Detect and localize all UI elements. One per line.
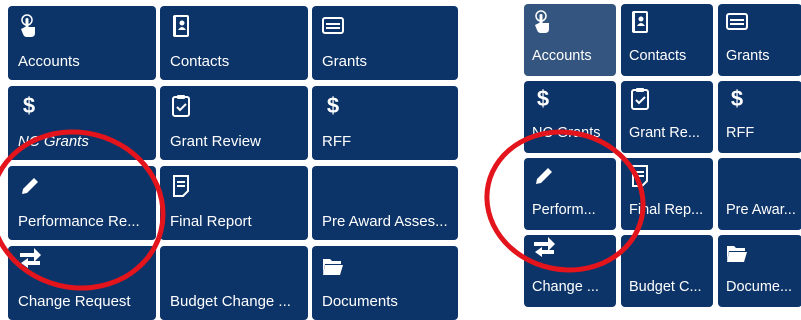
tile-label: Performance Re... (18, 213, 140, 230)
tile-label: NC Grants (532, 125, 601, 141)
tile-label: Contacts (170, 53, 230, 70)
folder-icon (726, 241, 748, 265)
dollar-icon: $ (730, 86, 744, 111)
tile-label: Budget Change ... (170, 293, 291, 310)
clipboard-check-icon (170, 94, 192, 118)
swap-arrows-icon (532, 235, 555, 259)
tile-final-report[interactable]: Final Report (160, 166, 308, 240)
tile-rff[interactable]: $ RFF (718, 81, 801, 153)
tile-label: RFF (726, 125, 755, 141)
tile-budget-change[interactable]: Budget C... (621, 235, 713, 307)
tile-label: Pre Award Asses... (322, 213, 448, 230)
tile-accounts[interactable]: Accounts (524, 4, 616, 76)
tile-pre-award-assessment[interactable]: Pre Awar... (718, 158, 801, 230)
dollar-icon: $ (326, 93, 340, 118)
tile-label: Final Report (170, 213, 252, 230)
tile-grant-review[interactable]: Grant Re... (621, 81, 713, 153)
tile-documents[interactable]: Docume... (718, 235, 801, 307)
tile-performance-report[interactable]: Performance Re... (8, 166, 156, 240)
tile-label: Grant Review (170, 133, 261, 150)
address-book-icon (629, 10, 651, 34)
card-icon (322, 14, 344, 38)
tile-accounts[interactable]: Accounts (8, 6, 156, 80)
dollar-icon: $ (536, 86, 550, 111)
tile-change-request[interactable]: Change ... (524, 235, 616, 307)
document-icon (629, 164, 651, 188)
tile-label: Docume... (726, 279, 793, 295)
tile-label: Accounts (532, 48, 592, 64)
dollar-icon: $ (22, 93, 36, 118)
tile-change-request[interactable]: Change Request (8, 246, 156, 320)
tile-documents[interactable]: Documents (312, 246, 458, 320)
swap-arrows-icon (18, 246, 41, 270)
tile-nc-grants[interactable]: $ NC Grants (8, 86, 156, 160)
right-tile-grid: Accounts Contacts Grants $ NC Grants Gra… (524, 4, 801, 307)
tile-rff[interactable]: $ RFF (312, 86, 458, 160)
clipboard-check-icon (629, 87, 651, 111)
tile-label: Accounts (18, 53, 80, 70)
touch-hand-icon (532, 10, 554, 34)
tile-budget-change[interactable]: Budget Change ... (160, 246, 308, 320)
tile-label: Grants (322, 53, 368, 70)
tile-label: Contacts (629, 48, 687, 64)
tile-label: Grant Re... (629, 125, 700, 141)
document-icon (170, 174, 192, 198)
left-tile-grid: Accounts Contacts Grants $ NC Grants Gra… (8, 6, 458, 320)
tile-grants[interactable]: Grants (312, 6, 458, 80)
address-book-icon (170, 14, 192, 38)
tile-performance-report[interactable]: Perform... (524, 158, 616, 230)
tile-label: Documents (322, 293, 398, 310)
tile-contacts[interactable]: Contacts (160, 6, 308, 80)
tile-grant-review[interactable]: Grant Review (160, 86, 308, 160)
touch-hand-icon (18, 14, 40, 38)
pencil-icon (532, 164, 554, 188)
tile-label: Grants (726, 48, 770, 64)
tile-label: Pre Awar... (726, 202, 796, 218)
tile-pre-award-assessment[interactable]: Pre Award Asses... (312, 166, 458, 240)
tile-label: Change Request (18, 293, 131, 310)
folder-icon (322, 254, 344, 278)
pencil-icon (18, 174, 40, 198)
tile-nc-grants[interactable]: $ NC Grants (524, 81, 616, 153)
card-icon (726, 10, 748, 34)
tile-label: Final Rep... (629, 202, 704, 218)
tile-label: NC Grants (18, 133, 89, 150)
tile-final-report[interactable]: Final Rep... (621, 158, 713, 230)
tile-label: RFF (322, 133, 352, 150)
tile-grants[interactable]: Grants (718, 4, 801, 76)
tile-contacts[interactable]: Contacts (621, 4, 713, 76)
tile-label: Budget C... (629, 279, 702, 295)
tile-label: Change ... (532, 279, 599, 295)
tile-label: Perform... (532, 202, 596, 218)
